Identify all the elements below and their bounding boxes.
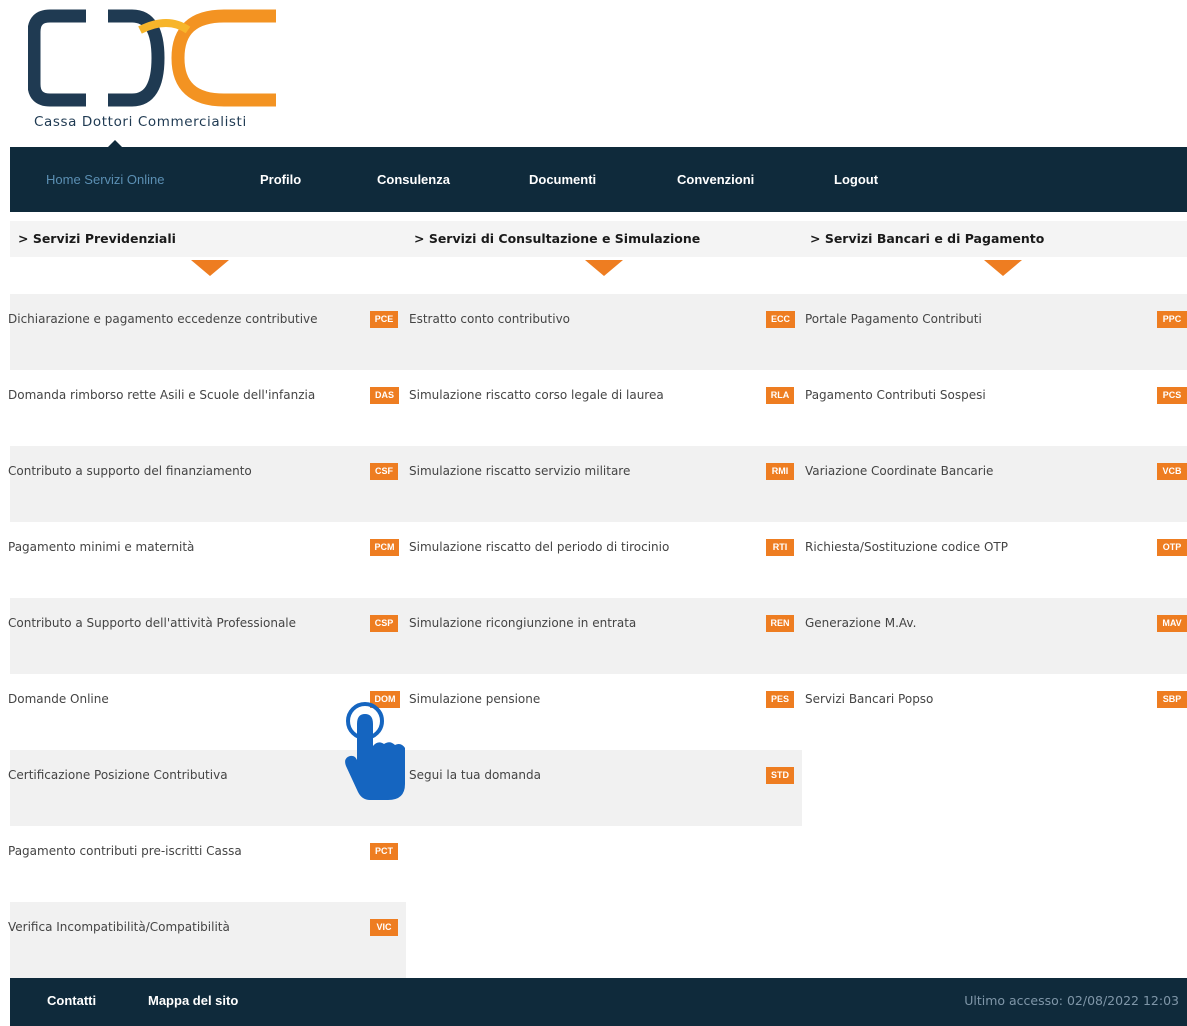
service-code-badge: MAV [1157, 615, 1187, 632]
nav-convenzioni[interactable]: Convenzioni [677, 172, 754, 187]
service-row-otp[interactable]: Richiesta/Sostituzione codice OTP OTP [802, 522, 1187, 598]
service-label: Segui la tua domanda [409, 768, 541, 782]
service-code-badge: PCT [370, 843, 398, 860]
service-code-badge: VCB [1157, 463, 1187, 480]
section-servizi-bancari: > Servizi Bancari e di Pagamento Portale… [802, 221, 1187, 708]
section-header-previdenziali[interactable]: > Servizi Previdenziali [10, 221, 406, 257]
service-label: Simulazione riscatto del periodo di tiro… [409, 540, 670, 554]
cdc-logo-mark [28, 9, 276, 107]
service-row-das[interactable]: Domanda rimborso rette Asili e Scuole de… [8, 370, 406, 446]
top-navigation: Home Servizi Online Profilo Consulenza D… [10, 147, 1187, 212]
service-label: Pagamento Contributi Sospesi [805, 388, 986, 402]
service-row-csf[interactable]: Contributo a supporto del finanziamento C… [8, 446, 406, 522]
service-row-pce[interactable]: Dichiarazione e pagamento eccedenze cont… [8, 294, 406, 370]
service-code-badge: REN [766, 615, 794, 632]
service-row-std[interactable]: Segui la tua domanda STD [406, 750, 802, 826]
service-row-pcs[interactable]: Pagamento Contributi Sospesi PCS [802, 370, 1187, 446]
service-row-pcm[interactable]: Pagamento minimi e maternità PCM [8, 522, 406, 598]
last-access-text: Ultimo accesso: 02/08/2022 12:03 [964, 993, 1179, 1008]
service-label: Generazione M.Av. [805, 616, 917, 630]
service-label: Simulazione ricongiunzione in entrata [409, 616, 637, 630]
nav-home-servizi-online[interactable]: Home Servizi Online [46, 172, 165, 187]
section-arrow-icon [585, 260, 623, 276]
service-label: Domande Online [8, 692, 109, 706]
service-code-badge: SBP [1157, 691, 1187, 708]
cdc-logo[interactable]: Cassa Dottori Commercialisti [28, 8, 288, 138]
service-code-badge: PCS [1157, 387, 1187, 404]
service-label: Simulazione pensione [409, 692, 541, 706]
section-header-bancari[interactable]: > Servizi Bancari e di Pagamento [802, 221, 1187, 257]
service-code-badge: DAS [370, 387, 399, 404]
service-label: Pagamento minimi e maternità [8, 540, 195, 554]
service-label: Domanda rimborso rette Asili e Scuole de… [8, 388, 316, 402]
service-code-badge: ECC [766, 311, 795, 328]
service-code-badge: CSP [370, 615, 398, 632]
service-label: Portale Pagamento Contributi [805, 312, 982, 326]
nav-profilo[interactable]: Profilo [260, 172, 301, 187]
service-label: Certificazione Posizione Contributiva [8, 768, 228, 782]
footer-mappa-link[interactable]: Mappa del sito [148, 993, 238, 1008]
service-label: Pagamento contributi pre-iscritti Cassa [8, 844, 242, 858]
service-label: Estratto conto contributivo [409, 312, 571, 326]
section-arrow-icon [984, 260, 1022, 276]
footer-contatti-link[interactable]: Contatti [47, 993, 96, 1008]
service-row-rti[interactable]: Simulazione riscatto del periodo di tiro… [406, 522, 802, 598]
service-label: Simulazione riscatto corso legale di lau… [409, 388, 664, 402]
section-arrow-icon [191, 260, 229, 276]
service-code-badge: CSF [370, 463, 398, 480]
service-code-badge: OTP [1157, 539, 1187, 556]
service-code-badge: RMI [766, 463, 794, 480]
service-label: Verifica Incompatibilità/Compatibilità [8, 920, 230, 934]
service-row-ren[interactable]: Simulazione ricongiunzione in entrata REN [406, 598, 802, 674]
service-row-vic[interactable]: Verifica Incompatibilità/Compatibilità VI… [8, 902, 406, 978]
service-label: Variazione Coordinate Bancarie [805, 464, 994, 478]
nav-logout[interactable]: Logout [834, 172, 878, 187]
section-header-consultazione[interactable]: > Servizi di Consultazione e Simulazione [406, 221, 802, 257]
service-code-badge: PCM [370, 539, 399, 556]
service-row-sbp[interactable]: Servizi Bancari Popso SBP [802, 674, 1187, 750]
service-label: Contributo a supporto del finanziamento [8, 464, 252, 478]
service-code-badge: RTI [766, 539, 794, 556]
service-label: Contributo a Supporto dell'attività Prof… [8, 616, 297, 630]
nav-documenti[interactable]: Documenti [529, 172, 596, 187]
service-code-badge: VIC [370, 919, 398, 936]
pointer-hand-icon [345, 702, 405, 800]
service-label: Simulazione riscatto servizio militare [409, 464, 631, 478]
section-servizi-previdenziali: > Servizi Previdenziali Dichiarazione e … [8, 221, 406, 978]
section-servizi-consultazione: > Servizi di Consultazione e Simulazione… [406, 221, 802, 826]
service-code-badge: RLA [766, 387, 794, 404]
service-code-badge: STD [766, 767, 794, 784]
service-label: Dichiarazione e pagamento eccedenze cont… [8, 312, 318, 326]
service-code-badge: PCE [370, 311, 398, 328]
service-row-csp[interactable]: Contributo a Supporto dell'attività Prof… [8, 598, 406, 674]
service-row-pct[interactable]: Pagamento contributi pre-iscritti Cassa P… [8, 826, 406, 902]
service-row-mav[interactable]: Generazione M.Av. MAV [802, 598, 1187, 674]
service-label: Richiesta/Sostituzione codice OTP [805, 540, 1008, 554]
service-row-pes[interactable]: Simulazione pensione PES [406, 674, 802, 750]
nav-consulenza[interactable]: Consulenza [377, 172, 450, 187]
service-row-ppc[interactable]: Portale Pagamento Contributi PPC [802, 294, 1187, 370]
footer: Contatti Mappa del sito Ultimo accesso: … [10, 978, 1187, 1026]
service-code-badge: PES [766, 691, 794, 708]
service-code-badge: PPC [1157, 311, 1187, 328]
service-row-rmi[interactable]: Simulazione riscatto servizio militare RM… [406, 446, 802, 522]
logo-text: Cassa Dottori Commercialisti [34, 114, 247, 130]
service-label: Servizi Bancari Popso [805, 692, 934, 706]
service-row-ecc[interactable]: Estratto conto contributivo ECC [406, 294, 802, 370]
service-row-vcb[interactable]: Variazione Coordinate Bancarie VCB [802, 446, 1187, 522]
service-row-rla[interactable]: Simulazione riscatto corso legale di lau… [406, 370, 802, 446]
